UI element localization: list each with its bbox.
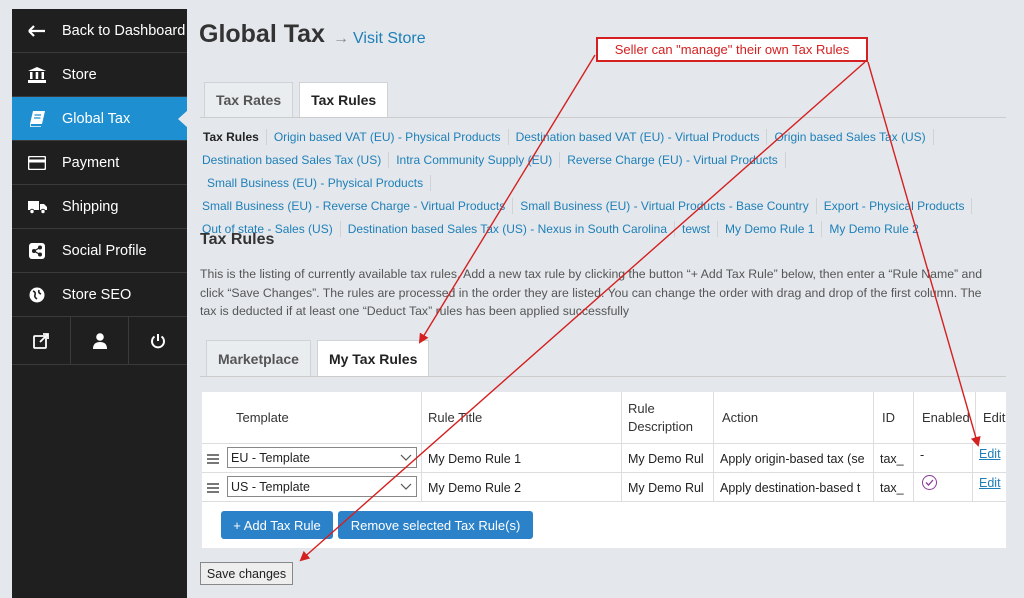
annotation-callout: Seller can "manage" their own Tax Rules <box>596 37 868 62</box>
annotation-arrow <box>299 61 866 562</box>
annotation-arrow <box>418 54 596 344</box>
annotation-arrow <box>867 61 981 447</box>
annotation-arrows <box>299 54 981 562</box>
